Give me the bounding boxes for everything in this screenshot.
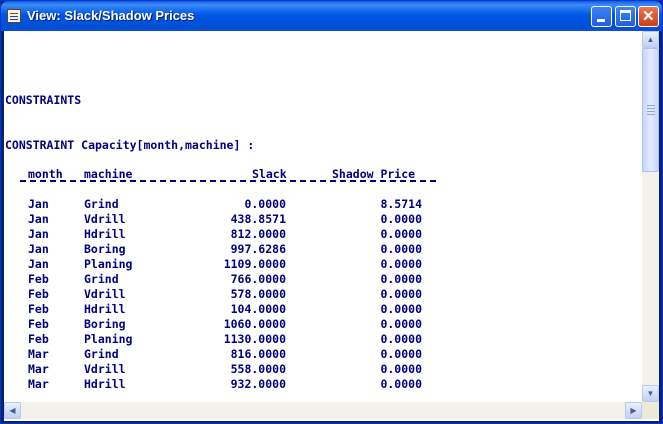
- table-row: Mar Vdrill 558.0000 0.0000: [4, 362, 604, 377]
- cell-slack: 932.0000: [230, 377, 286, 391]
- document-view-icon[interactable]: [7, 9, 21, 23]
- cell-month: Mar: [28, 347, 49, 361]
- scroll-up-button[interactable]: ▲: [642, 31, 659, 48]
- scroll-left-button[interactable]: ◀: [4, 402, 21, 419]
- cell-shadow-price: 0.0000: [380, 242, 422, 256]
- cell-slack: 1109.0000: [223, 257, 286, 271]
- table-row: Feb Hdrill 104.0000 0.0000: [4, 302, 604, 317]
- cell-machine: Vdrill: [84, 287, 126, 301]
- report-content: CONSTRAINTS CONSTRAINT Capacity[month,ma…: [4, 31, 642, 402]
- cell-shadow-price: 0.0000: [380, 377, 422, 391]
- cell-month: Mar: [28, 362, 49, 376]
- cell-shadow-price: 0.0000: [380, 302, 422, 316]
- cell-machine: Grind: [84, 197, 119, 211]
- table-row: Feb Vdrill 578.0000 0.0000: [4, 287, 604, 302]
- title-bar[interactable]: View: Slack/Shadow Prices ✕: [1, 1, 662, 31]
- header-divider: [20, 180, 436, 182]
- vertical-scroll-thumb[interactable]: [642, 48, 659, 172]
- cell-slack: 1060.0000: [223, 317, 286, 331]
- thumb-grip: [647, 105, 655, 106]
- cell-month: Feb: [28, 317, 49, 331]
- table-row: Jan Planing 1109.0000 0.0000: [4, 257, 604, 272]
- cell-shadow-price: 0.0000: [380, 332, 422, 346]
- cell-month: Jan: [28, 212, 49, 226]
- cell-shadow-price: 0.0000: [380, 347, 422, 361]
- cell-month: Feb: [28, 332, 49, 346]
- cell-shadow-price: 0.0000: [380, 362, 422, 376]
- cell-machine: Grind: [84, 347, 119, 361]
- cell-month: Jan: [28, 257, 49, 271]
- table-row: Jan Vdrill 438.8571 0.0000: [4, 212, 604, 227]
- section-title: CONSTRAINTS: [5, 93, 82, 107]
- cell-slack: 104.0000: [230, 302, 286, 316]
- report-window: View: Slack/Shadow Prices ✕ CONSTRAINTS …: [0, 0, 663, 424]
- cell-slack: 578.0000: [230, 287, 286, 301]
- cell-slack: 812.0000: [230, 227, 286, 241]
- cell-slack: 816.0000: [230, 347, 286, 361]
- thumb-grip: [647, 111, 655, 112]
- horizontal-scrollbar[interactable]: ◀ ▶: [4, 402, 642, 419]
- close-icon: ✕: [642, 8, 655, 25]
- cell-shadow-price: 0.0000: [380, 257, 422, 271]
- table-row: Mar Grind 816.0000 0.0000: [4, 347, 604, 362]
- cell-month: Jan: [28, 197, 49, 211]
- cell-month: Jan: [28, 227, 49, 241]
- cell-machine: Boring: [84, 242, 126, 256]
- report-view: CONSTRAINTS CONSTRAINT Capacity[month,ma…: [4, 31, 659, 421]
- cell-slack: 766.0000: [230, 272, 286, 286]
- table-row: Jan Boring 997.6286 0.0000: [4, 242, 604, 257]
- cell-shadow-price: 0.0000: [380, 212, 422, 226]
- cell-month: Feb: [28, 287, 49, 301]
- minimize-icon: [597, 19, 605, 22]
- cell-month: Feb: [28, 272, 49, 286]
- scroll-down-button[interactable]: ▼: [642, 385, 659, 402]
- cell-slack: 0.0000: [244, 197, 286, 211]
- cell-machine: Grind: [84, 272, 119, 286]
- thumb-grip: [647, 114, 655, 115]
- window-title: View: Slack/Shadow Prices: [27, 8, 195, 23]
- cell-machine: Boring: [84, 317, 126, 331]
- column-header-month: month: [28, 167, 63, 181]
- cell-machine: Vdrill: [84, 362, 126, 376]
- close-button[interactable]: ✕: [638, 6, 659, 27]
- cell-slack: 438.8571: [230, 212, 286, 226]
- cell-slack: 558.0000: [230, 362, 286, 376]
- cell-month: Feb: [28, 302, 49, 316]
- thumb-grip: [647, 108, 655, 109]
- cell-slack: 1130.0000: [223, 332, 286, 346]
- maximize-icon: [620, 10, 631, 21]
- cell-slack: 997.6286: [230, 242, 286, 256]
- column-header-slack: Slack: [252, 167, 287, 181]
- cell-machine: Hdrill: [84, 227, 126, 241]
- cell-machine: Hdrill: [84, 302, 126, 316]
- cell-shadow-price: 8.5714: [380, 197, 422, 211]
- vertical-scrollbar[interactable]: ▲ ▼: [642, 31, 659, 402]
- table-row: Jan Hdrill 812.0000 0.0000: [4, 227, 604, 242]
- minimize-button[interactable]: [591, 6, 612, 27]
- cell-month: Mar: [28, 377, 49, 391]
- cell-machine: Planing: [84, 257, 133, 271]
- cell-shadow-price: 0.0000: [380, 317, 422, 331]
- maximize-button[interactable]: [615, 6, 636, 27]
- column-header-shadow-price: Shadow Price: [332, 167, 416, 181]
- cell-month: Jan: [28, 242, 49, 256]
- cell-shadow-price: 0.0000: [380, 272, 422, 286]
- table-row: Jan Grind 0.0000 8.5714: [4, 197, 604, 212]
- cell-shadow-price: 0.0000: [380, 287, 422, 301]
- column-header-machine: machine: [84, 167, 133, 181]
- scroll-right-button[interactable]: ▶: [625, 402, 642, 419]
- constraint-title: CONSTRAINT Capacity[month,machine] :: [5, 138, 255, 152]
- cell-machine: Vdrill: [84, 212, 126, 226]
- table-row: Feb Grind 766.0000 0.0000: [4, 272, 604, 287]
- table-row: Feb Planing 1130.0000 0.0000: [4, 332, 604, 347]
- table-row: Mar Hdrill 932.0000 0.0000: [4, 377, 604, 392]
- size-grip[interactable]: [642, 402, 659, 419]
- cell-shadow-price: 0.0000: [380, 227, 422, 241]
- cell-machine: Planing: [84, 332, 133, 346]
- table-row: Feb Boring 1060.0000 0.0000: [4, 317, 604, 332]
- cell-machine: Hdrill: [84, 377, 126, 391]
